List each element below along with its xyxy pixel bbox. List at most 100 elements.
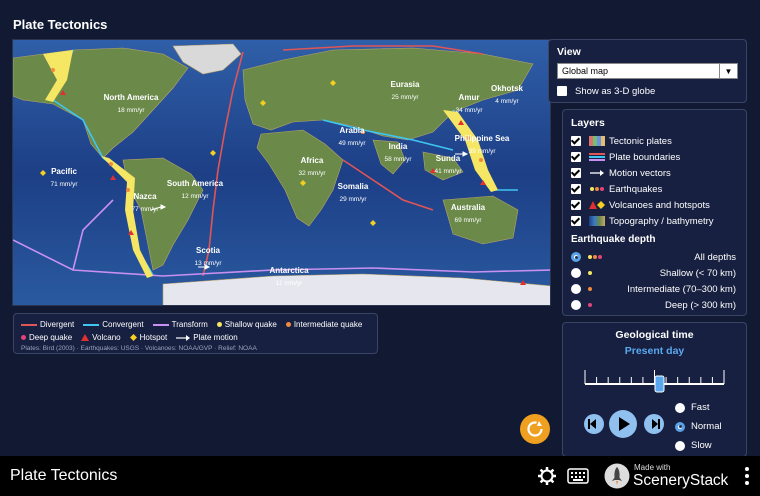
depth-title: Earthquake depth (571, 234, 656, 245)
plate-name-amur: Amur (459, 93, 480, 102)
speed-fast[interactable]: Fast (675, 398, 722, 417)
legend-plate-motion: Plate motion (176, 333, 238, 342)
layer-motion-vectors[interactable]: Motion vectors (571, 165, 738, 181)
plate-name-africa: Africa (301, 156, 324, 165)
layer-checkbox[interactable] (571, 136, 581, 146)
speed-radio[interactable] (675, 402, 685, 413)
layer-plate-boundaries[interactable]: Plate boundaries (571, 149, 738, 165)
depth-shallow[interactable]: Shallow (< 70 km) (571, 265, 738, 281)
legend-intermediate-quake: Intermediate quake (285, 320, 362, 329)
layer-earthquakes[interactable]: Earthquakes (571, 181, 738, 197)
plate-name-somalia: Somalia (338, 182, 369, 191)
plate-rate-philippine-sea: 39 mm/yr (468, 148, 496, 155)
globe-toggle[interactable]: Show as 3-D globe (557, 83, 738, 99)
layer-volcanoes[interactable]: Volcanoes and hotspots (571, 197, 738, 213)
layer-tectonic-plates[interactable]: Tectonic plates (571, 133, 738, 149)
plate-name-arabia: Arabia (340, 126, 365, 135)
topography-icon (589, 216, 605, 226)
deep-dot-icon (588, 303, 592, 307)
reset-all-button[interactable] (520, 414, 550, 444)
plate-rate-australia: 69 mm/yr (454, 217, 482, 224)
plate-rate-pacific: 71 mm/yr (50, 181, 78, 188)
chevron-down-icon[interactable]: ▼ (719, 64, 737, 78)
layer-checkbox[interactable] (571, 152, 581, 162)
step-back-button[interactable] (579, 409, 609, 439)
arrow-icon (176, 334, 191, 341)
time-current: Present day (624, 345, 685, 357)
speed-radio[interactable] (675, 440, 685, 451)
rocket-logo-icon[interactable] (604, 463, 630, 489)
globe-label: Show as 3-D globe (575, 85, 656, 97)
plate-name-pacific: Pacific (51, 167, 77, 176)
plate-rate-antarctica: 11 mm/yr (276, 280, 303, 287)
plate-rate-north-america: 18 mm/yr (117, 107, 145, 114)
plate-rate-sunda: 41 mm/yr (434, 168, 462, 175)
view-panel: View Global map ▼ Show as 3-D globe (548, 39, 747, 103)
plate-name-eurasia: Eurasia (391, 80, 420, 89)
plate-name-india: India (389, 142, 408, 151)
arrow-icon (589, 168, 605, 178)
plate-rate-scotia: 13 mm/yr (194, 260, 222, 267)
more-options-icon[interactable] (744, 466, 750, 486)
layer-checkbox[interactable] (571, 216, 581, 226)
speed-options: Fast Normal Slow (675, 398, 722, 455)
plate-name-sunda: Sunda (436, 154, 461, 163)
view-select[interactable]: Global map ▼ (557, 63, 738, 79)
plate-name-south-america: South America (167, 179, 224, 188)
hotspot-icon (129, 334, 137, 341)
speed-radio[interactable] (675, 421, 685, 432)
legend-divergent: Divergent (21, 320, 74, 329)
globe-checkbox[interactable] (557, 86, 567, 96)
layer-checkbox[interactable] (571, 200, 581, 210)
time-title: Geological time (615, 329, 694, 341)
layers-panel: Layers Tectonic plates Plate boundaries … (562, 109, 747, 316)
legend-shallow-quake: Shallow quake (216, 320, 277, 329)
depth-radio[interactable] (571, 268, 581, 278)
plate-rate-okhotsk: 4 mm/yr (495, 98, 519, 105)
volcano-icon (589, 200, 605, 210)
layers-title: Layers (571, 117, 605, 129)
time-slider[interactable] (571, 365, 740, 393)
plate-rate-eurasia: 25 mm/yr (391, 94, 419, 101)
slider-thumb[interactable] (654, 375, 665, 393)
legend-row-1: Divergent Convergent Transform Shallow q… (21, 318, 370, 331)
plate-name-philippine-sea: Philippine Sea (455, 134, 510, 143)
intermediate-dot-icon (588, 287, 592, 291)
reset-icon (527, 421, 543, 437)
plate-rate-arabia: 49 mm/yr (338, 140, 366, 147)
layer-checkbox[interactable] (571, 168, 581, 178)
depth-radio[interactable] (571, 284, 581, 294)
legend-hotspot: Hotspot (129, 333, 167, 342)
legend-row-2: Deep quake Volcano Hotspot Plate motion (21, 331, 370, 344)
plates-icon (589, 136, 605, 146)
made-with-label: Made with (634, 463, 671, 472)
play-button[interactable] (607, 408, 639, 440)
time-panel: Geological time Present day Fast Normal (562, 322, 747, 457)
brand-label: SceneryStack (633, 472, 729, 489)
depth-all[interactable]: All depths (571, 249, 738, 265)
map-svg: North America 18 mm/yr Eurasia 25 mm/yr … (13, 40, 550, 305)
plate-name-north-america: North America (104, 93, 159, 102)
legend-convergent: Convergent (83, 320, 144, 329)
speed-normal[interactable]: Normal (675, 417, 722, 436)
depth-radio[interactable] (571, 252, 581, 262)
layer-checkbox[interactable] (571, 184, 581, 194)
depth-deep[interactable]: Deep (> 300 km) (571, 297, 738, 313)
shallow-dot-icon (588, 271, 592, 275)
legend-deep-quake: Deep quake (21, 333, 72, 342)
keyboard-icon[interactable] (567, 468, 589, 484)
step-forward-button[interactable] (639, 409, 669, 439)
nav-bar: Plate Tectonics Made with SceneryStack (0, 456, 760, 496)
gear-icon[interactable] (537, 466, 557, 486)
app-root: Plate Tectonics North America 18 mm/yr E… (0, 0, 760, 496)
plate-rate-india: 58 mm/yr (384, 156, 412, 163)
depth-radio[interactable] (571, 300, 581, 310)
legend-volcano: Volcano (81, 333, 121, 342)
quake-dots-icon (589, 184, 605, 194)
depth-intermediate[interactable]: Intermediate (70–300 km) (571, 281, 738, 297)
quake-dots-icon (588, 255, 602, 259)
layer-topography[interactable]: Topography / bathymetry (571, 213, 738, 229)
world-map[interactable]: North America 18 mm/yr Eurasia 25 mm/yr … (12, 39, 551, 306)
plate-rate-south-america: 12 mm/yr (181, 193, 209, 200)
speed-slow[interactable]: Slow (675, 436, 722, 455)
